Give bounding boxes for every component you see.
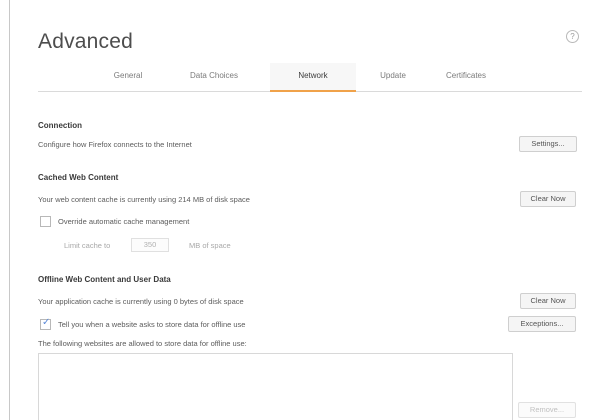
clear-offline-button[interactable]: Clear Now <box>520 293 576 309</box>
tab-data-choices[interactable]: Data Choices <box>178 63 250 90</box>
limit-cache-label: Limit cache to <box>64 241 111 250</box>
question-circle-icon[interactable]: ? <box>566 30 579 43</box>
clear-cache-button[interactable]: Clear Now <box>520 191 576 207</box>
connection-settings-button[interactable]: Settings... <box>519 136 577 152</box>
page-title: Advanced <box>38 30 134 53</box>
cached-section-title: Cached Web Content <box>38 173 119 182</box>
tell-offline-label: Tell you when a website asks to store da… <box>58 320 246 329</box>
allowed-sites-list[interactable] <box>38 353 513 420</box>
remove-button[interactable]: Remove... <box>518 402 576 418</box>
exceptions-button[interactable]: Exceptions... <box>508 316 576 332</box>
checkmark-icon: ✓ <box>42 317 51 328</box>
cache-size-input[interactable]: 350 <box>131 238 169 252</box>
window-left-edge <box>9 0 10 420</box>
offline-usage-description: Your application cache is currently usin… <box>38 297 244 306</box>
tab-strip: General Data Choices Network Update Cert… <box>38 63 582 92</box>
tab-network[interactable]: Network <box>270 63 356 92</box>
tell-offline-checkbox[interactable]: ✓ <box>40 317 51 330</box>
cache-usage-description: Your web content cache is currently usin… <box>38 195 250 204</box>
tab-certificates[interactable]: Certificates <box>430 63 502 90</box>
cache-size-unit: MB of space <box>189 241 231 250</box>
connection-description: Configure how Firefox connects to the In… <box>38 140 192 149</box>
offline-section-title: Offline Web Content and User Data <box>38 275 171 284</box>
allowed-sites-label: The following websites are allowed to st… <box>38 339 247 348</box>
connection-section-title: Connection <box>38 121 82 130</box>
tab-general[interactable]: General <box>100 63 156 90</box>
override-cache-label: Override automatic cache management <box>58 217 190 226</box>
override-cache-checkbox[interactable] <box>40 216 51 227</box>
tab-update[interactable]: Update <box>368 63 418 90</box>
